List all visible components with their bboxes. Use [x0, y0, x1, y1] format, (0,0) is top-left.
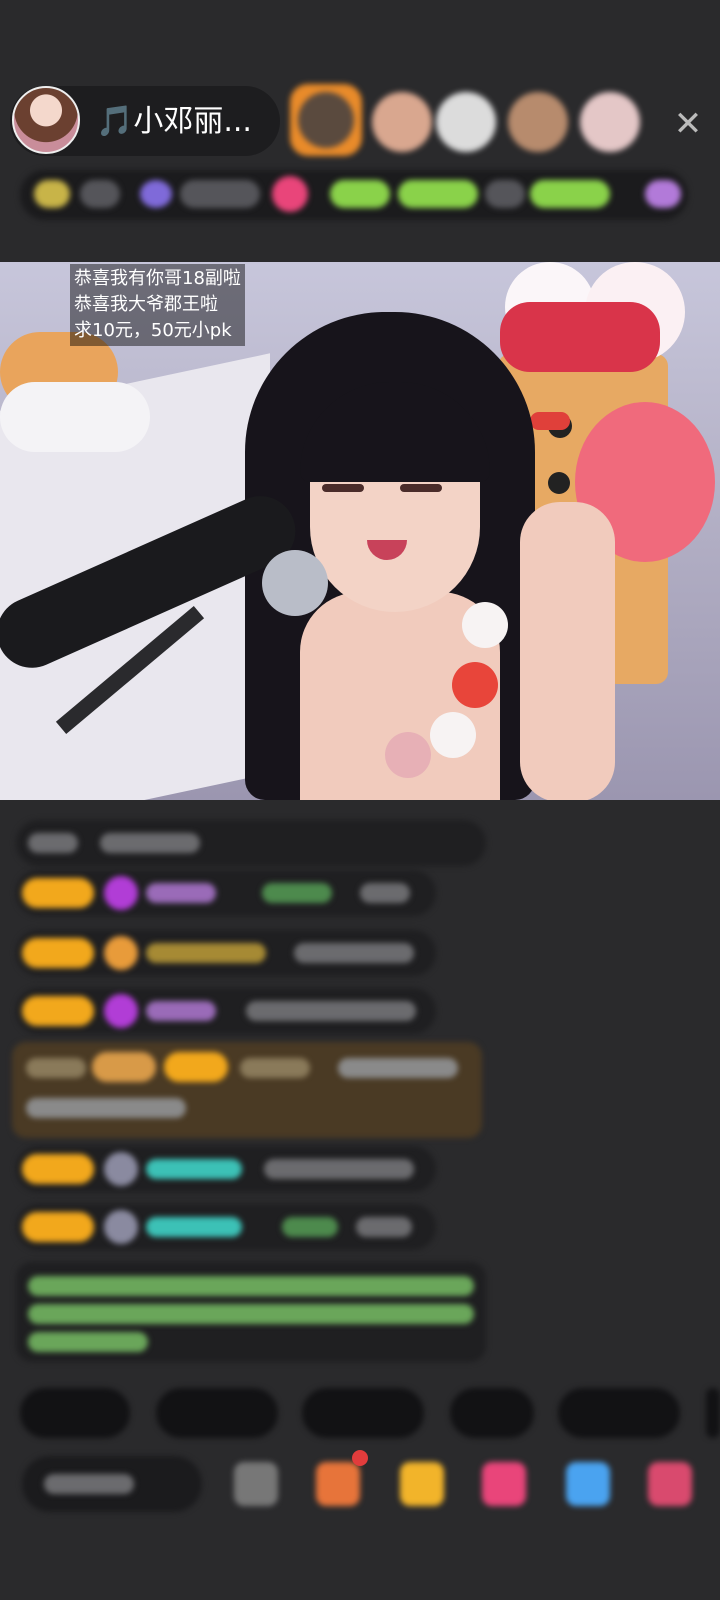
quick-chip[interactable] — [706, 1388, 720, 1438]
viewer-avatar[interactable] — [580, 92, 640, 152]
pillow — [0, 382, 150, 452]
gift-icon[interactable] — [400, 1462, 444, 1506]
caption-line: 恭喜我有你哥18副啦 — [74, 268, 241, 289]
gift-icon[interactable] — [648, 1462, 692, 1506]
chat-text — [264, 1159, 414, 1179]
duck-eye — [548, 472, 570, 494]
notice-text — [28, 1304, 474, 1324]
fans-icon — [140, 180, 172, 208]
chat-message-highlight[interactable] — [12, 1042, 482, 1138]
level-badge — [22, 1154, 94, 1184]
tag — [398, 180, 478, 208]
level-badge — [92, 1052, 156, 1082]
quick-chip[interactable] — [558, 1388, 680, 1438]
tag — [530, 180, 610, 208]
tag — [330, 180, 390, 208]
plush-toys — [500, 302, 660, 372]
level-badge — [22, 1212, 94, 1242]
gift-box-icon[interactable] — [316, 1462, 360, 1506]
follow-icon[interactable] — [272, 176, 308, 212]
info-text — [180, 180, 260, 208]
quick-chip[interactable] — [450, 1388, 534, 1438]
host-avatar[interactable] — [12, 86, 80, 154]
eye — [322, 484, 364, 492]
viewer-avatar[interactable] — [372, 92, 432, 152]
chat-text — [356, 1217, 412, 1237]
notice-text — [28, 1332, 148, 1352]
host-name[interactable]: 🎵小邓丽... — [96, 104, 252, 140]
flower — [462, 602, 508, 648]
chat-text — [360, 883, 410, 903]
gift-icon[interactable] — [482, 1462, 526, 1506]
quick-chip[interactable] — [20, 1388, 130, 1438]
chat-username — [146, 1159, 242, 1179]
chat-username — [282, 1217, 338, 1237]
microphone-head — [262, 550, 328, 616]
quick-chip[interactable] — [156, 1388, 278, 1438]
eye — [400, 484, 442, 492]
flower — [430, 712, 476, 758]
viewer-avatar[interactable] — [436, 92, 496, 152]
notification-dot — [352, 1450, 368, 1466]
chat-text — [26, 1058, 86, 1078]
chat-username — [240, 1058, 310, 1078]
viewer-avatar[interactable] — [508, 92, 568, 152]
chat-username — [146, 1217, 242, 1237]
chat-username — [146, 1001, 216, 1021]
chat-text — [100, 833, 200, 853]
info-text — [80, 180, 120, 208]
duck-beak — [530, 412, 570, 430]
top-viewer-avatar[interactable] — [290, 84, 362, 156]
chat-username — [146, 943, 266, 963]
chat-text — [246, 1001, 416, 1021]
gem-icon — [104, 936, 138, 970]
chat-message[interactable] — [16, 820, 486, 866]
chat-username — [146, 883, 216, 903]
caption-line: 恭喜我大爷郡王啦 — [74, 294, 218, 315]
flower — [385, 732, 431, 778]
more-icon[interactable] — [645, 180, 681, 208]
level-badge — [22, 878, 94, 908]
tag — [485, 180, 525, 208]
video-caption: 恭喜我有你哥18副啦 恭喜我大爷郡王啦 求10元，50元小pk — [70, 264, 245, 346]
chat-text — [294, 943, 414, 963]
avatar — [104, 1210, 138, 1244]
level-badge — [22, 938, 94, 968]
chat-username — [262, 883, 332, 903]
chat-text — [26, 1098, 186, 1118]
caption-line: 求10元，50元小pk — [74, 320, 232, 341]
chat-text — [28, 833, 78, 853]
level-badge — [164, 1052, 228, 1082]
avatar — [104, 1152, 138, 1186]
gem-icon — [104, 876, 138, 910]
emoji-icon[interactable] — [234, 1462, 278, 1506]
chat-text — [338, 1058, 458, 1078]
gift-icon[interactable] — [566, 1462, 610, 1506]
level-badge — [22, 996, 94, 1026]
notice-text — [28, 1276, 474, 1296]
chat-input-placeholder — [44, 1474, 134, 1494]
close-icon[interactable]: ✕ — [668, 104, 708, 144]
streamer-arm — [520, 502, 615, 800]
gem-icon — [104, 994, 138, 1028]
flower — [452, 662, 498, 708]
rank-icon — [34, 180, 70, 208]
quick-chip[interactable] — [302, 1388, 424, 1438]
